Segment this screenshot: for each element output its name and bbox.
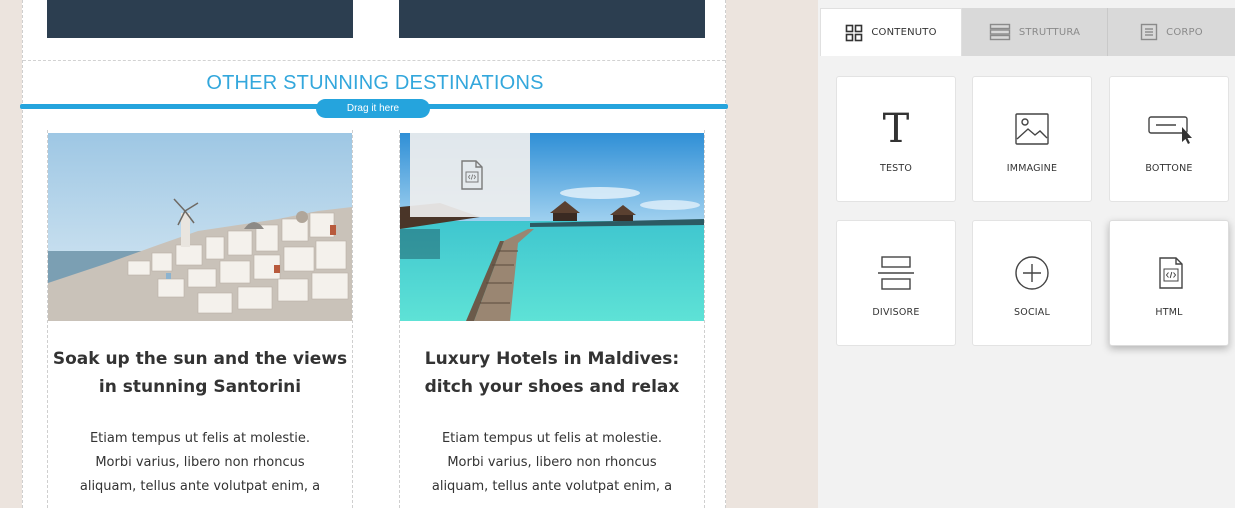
tab-label: CONTENUTO — [871, 27, 937, 38]
block-tile-divisore[interactable]: DIVISORE — [836, 220, 956, 346]
grid-icon — [846, 24, 863, 41]
divider-icon — [878, 256, 914, 290]
drop-hint-pill: Drag it here — [316, 99, 430, 118]
html-file-icon — [461, 160, 483, 190]
content-card-santorini[interactable]: Soak up the sun and the views in stunnin… — [47, 130, 353, 508]
dark-content-block-right[interactable] — [399, 0, 705, 38]
card-title-maldives[interactable]: Luxury Hotels in Maldives: ditch your sh… — [400, 345, 704, 401]
card-title-line: Soak up the sun and the views — [52, 349, 348, 369]
santorini-photo — [48, 133, 352, 321]
rows-icon — [989, 23, 1011, 41]
card-title-line: Luxury Hotels in Maldives: — [424, 349, 680, 369]
tile-label: SOCIAL — [1014, 307, 1050, 318]
button-icon — [1148, 116, 1192, 144]
row-separator — [23, 60, 725, 61]
card-body-santorini[interactable]: Etiam tempus ut felis at molestie. Morbi… — [48, 427, 352, 499]
block-tile-social[interactable]: SOCIAL — [972, 220, 1092, 346]
image-icon — [1015, 113, 1049, 145]
block-tile-bottone[interactable]: BOTTONE — [1109, 76, 1229, 202]
dark-content-block-left[interactable] — [47, 0, 353, 38]
editor-canvas: OTHER STUNNING DESTINATIONS Soak up the … — [0, 0, 818, 508]
card-body-line: Etiam tempus ut felis at molestie. — [89, 431, 311, 446]
side-panel: CONTENUTO STRUTTURA CORPO T TESTO IMMAGI… — [818, 0, 1235, 508]
tab-label: CORPO — [1166, 26, 1203, 38]
card-title-line: ditch your shoes and relax — [424, 377, 680, 397]
tab-corpo[interactable]: CORPO — [1108, 8, 1235, 56]
block-tile-immagine[interactable]: IMMAGINE — [972, 76, 1092, 202]
card-body-line: aliquam, tellus ante volutpat enim, a — [431, 479, 673, 494]
panel-tabs: CONTENUTO STRUTTURA CORPO — [818, 8, 1235, 56]
social-icon — [1015, 256, 1049, 290]
tile-label: HTML — [1155, 307, 1183, 318]
tile-label: IMMAGINE — [1006, 163, 1058, 174]
section-title[interactable]: OTHER STUNNING DESTINATIONS — [23, 72, 727, 95]
content-card-maldives[interactable]: Luxury Hotels in Maldives: ditch your sh… — [399, 130, 705, 508]
tile-label: DIVISORE — [872, 307, 920, 318]
card-title-santorini[interactable]: Soak up the sun and the views in stunnin… — [48, 345, 352, 401]
tab-label: STRUTTURA — [1018, 26, 1081, 38]
page-icon — [1140, 23, 1158, 41]
tab-struttura[interactable]: STRUTTURA — [962, 8, 1108, 56]
email-template: OTHER STUNNING DESTINATIONS Soak up the … — [22, 0, 726, 508]
card-title-line: in stunning Santorini — [98, 377, 302, 397]
block-tile-html[interactable]: HTML — [1109, 220, 1229, 346]
santorini-image[interactable] — [48, 133, 352, 321]
tile-label: BOTTONE — [1145, 163, 1193, 174]
card-body-line: Morbi varius, libero non rhoncus — [447, 455, 657, 470]
tile-label: TESTO — [879, 163, 913, 174]
card-body-line: Etiam tempus ut felis at molestie. — [441, 431, 663, 446]
text-icon: T — [882, 106, 910, 152]
tab-contenuto[interactable]: CONTENUTO — [820, 8, 962, 56]
html-placeholder-overlay[interactable] — [410, 133, 530, 217]
card-body-line: Morbi varius, libero non rhoncus — [95, 455, 305, 470]
html-icon — [1159, 257, 1183, 289]
block-tile-testo[interactable]: T TESTO — [836, 76, 956, 202]
card-body-line: aliquam, tellus ante volutpat enim, a — [79, 479, 321, 494]
card-body-maldives[interactable]: Etiam tempus ut felis at molestie. Morbi… — [400, 427, 704, 499]
